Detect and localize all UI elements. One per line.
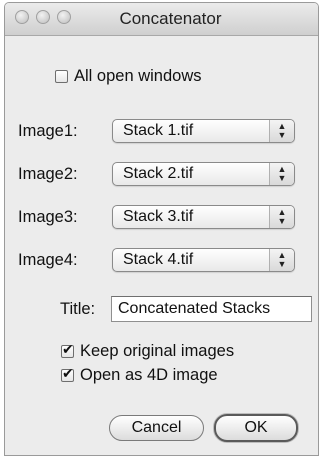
chevron-updown-icon: ▲ ▼ xyxy=(269,249,294,271)
image1-select[interactable]: Stack 1.tif ▲ ▼ xyxy=(112,119,295,143)
all-open-windows-label: All open windows xyxy=(74,67,202,85)
image2-label: Image2: xyxy=(18,165,78,183)
all-open-windows-checkbox[interactable]: All open windows xyxy=(55,67,202,86)
title-label: Title: xyxy=(60,300,96,318)
dialog-window: Concatenator All open windows Image1: St… xyxy=(4,2,319,456)
chevron-updown-icon: ▲ ▼ xyxy=(269,206,294,228)
checkbox-unchecked-icon[interactable] xyxy=(55,70,68,83)
chevron-updown-icon: ▲ ▼ xyxy=(269,120,294,142)
image4-select[interactable]: Stack 4.tif ▲ ▼ xyxy=(112,248,295,272)
image2-select[interactable]: Stack 2.tif ▲ ▼ xyxy=(112,162,295,186)
checkbox-checked-icon[interactable] xyxy=(61,342,74,358)
checkbox-checked-icon[interactable] xyxy=(61,366,74,382)
keep-original-label: Keep original images xyxy=(80,342,235,360)
image3-select[interactable]: Stack 3.tif ▲ ▼ xyxy=(112,205,295,229)
open-4d-label: Open as 4D image xyxy=(80,366,218,384)
image3-label: Image3: xyxy=(18,208,78,226)
window-title: Concatenator xyxy=(119,9,222,28)
open-4d-checkbox[interactable]: Open as 4D image xyxy=(61,366,218,385)
image1-label: Image1: xyxy=(18,122,78,140)
ok-button[interactable]: OK xyxy=(214,414,298,442)
image4-value: Stack 4.tif xyxy=(123,251,194,268)
keep-original-checkbox[interactable]: Keep original images xyxy=(61,342,234,361)
image2-value: Stack 2.tif xyxy=(123,165,194,182)
title-bar: Concatenator xyxy=(5,3,318,36)
image1-value: Stack 1.tif xyxy=(123,122,194,139)
image3-value: Stack 3.tif xyxy=(123,208,194,225)
title-input[interactable]: Concatenated Stacks xyxy=(111,296,312,322)
image4-label: Image4: xyxy=(18,251,78,269)
chevron-updown-icon: ▲ ▼ xyxy=(269,163,294,185)
cancel-button[interactable]: Cancel xyxy=(109,415,204,441)
